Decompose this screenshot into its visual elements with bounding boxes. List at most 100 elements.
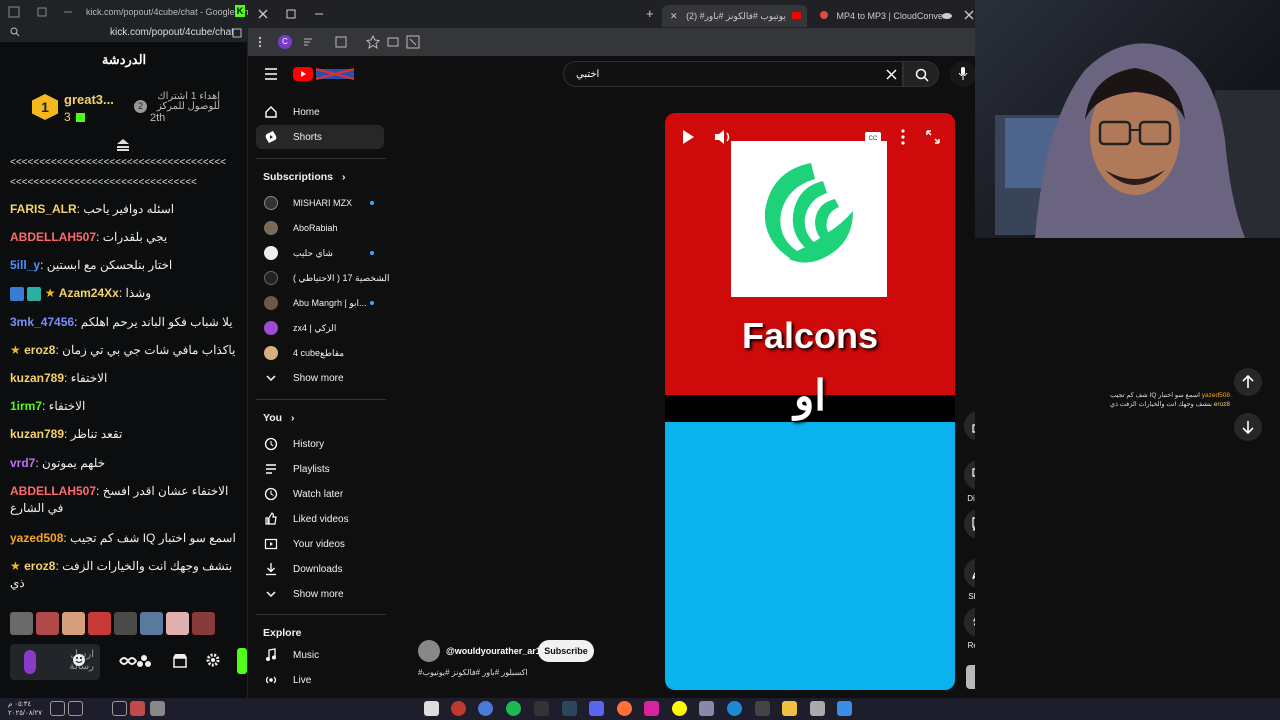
chat-username[interactable]: ABDELLAH507: [10, 484, 96, 498]
sidebar-item-history[interactable]: History: [256, 432, 384, 456]
play-icon[interactable]: [673, 123, 701, 151]
short-hashtags[interactable]: #اكسبلور #باور #فالكونز #يوتيوب: [418, 668, 528, 677]
sidebar-item-liked-videos[interactable]: Liked videos: [256, 507, 384, 531]
sidebar-item-subscription[interactable]: Abu Mangrh | ابو...: [256, 292, 384, 314]
minimize-icon[interactable]: [314, 9, 324, 19]
chat-username[interactable]: FARIS_ALR: [10, 202, 77, 216]
avatar[interactable]: [62, 612, 85, 635]
chevron-up-icon[interactable]: [172, 701, 187, 716]
sidebar-item-music[interactable]: Music: [256, 643, 384, 667]
chat-username[interactable]: 1irm7: [10, 399, 42, 413]
tray-app-icon[interactable]: [150, 701, 165, 716]
clear-search-icon[interactable]: [886, 69, 897, 80]
chat-username[interactable]: eroz8: [24, 343, 55, 357]
search-input[interactable]: اختبي: [563, 61, 903, 87]
subscriptions-heading[interactable]: Subscriptions ›: [263, 171, 345, 183]
previous-short-button[interactable]: [1234, 368, 1262, 396]
tab-cloudconvert[interactable]: MP4 to MP3 | CloudConvert: [812, 5, 957, 27]
sidebar-item-your-videos[interactable]: Your videos: [256, 532, 384, 556]
kick-emotes-icon[interactable]: [118, 653, 154, 669]
close-icon[interactable]: [964, 10, 974, 20]
send-button[interactable]: [237, 648, 247, 674]
sidebar-item-downloads[interactable]: Downloads: [256, 557, 384, 581]
sidebar-item-watch-later[interactable]: Watch later: [256, 482, 384, 506]
avatar[interactable]: [166, 612, 189, 635]
cast-icon[interactable]: [386, 35, 400, 49]
avatar[interactable]: [114, 612, 137, 635]
spotify-icon[interactable]: [506, 701, 521, 716]
sidebar-show-more[interactable]: Show more: [256, 582, 384, 606]
edge-icon[interactable]: [727, 701, 742, 716]
mic-tray-icon[interactable]: [112, 701, 127, 716]
sidebar-item-subscription[interactable]: شاي حليب: [256, 242, 384, 264]
extensions-icon[interactable]: [334, 35, 348, 49]
system-clock[interactable]: ٠٥:٣٤ م ٢٠٢٥/٠٨/٢٧: [8, 700, 42, 718]
chat-urlbar[interactable]: kick.com/popout/4cube/chat: [0, 24, 248, 42]
discord-icon[interactable]: [589, 701, 604, 716]
chat-username[interactable]: 5ill_y: [10, 258, 40, 272]
sidebar-item-playlists[interactable]: Playlists: [256, 457, 384, 481]
you-heading[interactable]: You ›: [263, 412, 294, 424]
steam-icon[interactable]: [562, 701, 577, 716]
channel-name[interactable]: @wouldyourather_ar1: [446, 646, 541, 656]
maximize-icon[interactable]: [286, 9, 296, 19]
sidebar-item-subscription[interactable]: MISHARI MZX: [256, 192, 384, 214]
store-icon[interactable]: [172, 652, 188, 668]
obs-icon[interactable]: [451, 701, 466, 716]
tab-close-icon[interactable]: ✕: [670, 11, 678, 21]
chat-username[interactable]: 3mk_47456: [10, 315, 74, 329]
subscribe-button[interactable]: Subscribe: [538, 640, 594, 662]
tab-search-icon[interactable]: [302, 36, 314, 48]
top-gifter-name[interactable]: great3...: [64, 92, 114, 107]
voice-search-button[interactable]: [950, 61, 976, 87]
chat-username[interactable]: kuzan789: [10, 371, 64, 385]
chat-username[interactable]: yazed508: [10, 531, 63, 545]
tab-youtube[interactable]: ✕ (2) #يوتيوب #فالكونز #باور: [662, 5, 807, 27]
chrome-icon[interactable]: [478, 701, 493, 716]
avatar[interactable]: [10, 612, 33, 635]
chat-input[interactable]: ارسل رسالة: [10, 644, 100, 680]
snapchat-icon[interactable]: [672, 701, 687, 716]
network-tray-icon[interactable]: [68, 701, 83, 716]
more-options-icon[interactable]: [889, 123, 917, 151]
file-explorer-icon[interactable]: [782, 701, 797, 716]
translate-icon[interactable]: [406, 35, 420, 49]
profile-icon[interactable]: C: [278, 35, 292, 49]
sidebar-item-shorts[interactable]: Shorts: [256, 125, 384, 149]
new-tab-button[interactable]: +: [646, 6, 654, 21]
collapse-pinned-icon[interactable]: [114, 138, 132, 152]
search-button[interactable]: [903, 61, 939, 87]
sidebar-item-subscription[interactable]: الشخصية 17 ( الاحتياطي ): [256, 267, 389, 289]
chat-username[interactable]: eroz8: [24, 559, 55, 573]
site-info-icon[interactable]: [10, 27, 20, 37]
instagram-icon[interactable]: [644, 701, 659, 716]
chat-username[interactable]: kuzan789: [10, 427, 64, 441]
avatar[interactable]: [36, 612, 59, 635]
avatar[interactable]: [192, 612, 215, 635]
bookmark-star-icon[interactable]: [366, 35, 380, 49]
channel-avatar[interactable]: [418, 640, 440, 662]
app-icon[interactable]: [699, 701, 714, 716]
avatar[interactable]: [140, 612, 163, 635]
short-video-player[interactable]: Falcons او CC: [665, 113, 955, 690]
app-icon[interactable]: [810, 701, 825, 716]
capcut-icon[interactable]: [424, 701, 439, 716]
close-icon[interactable]: [258, 9, 268, 19]
settings-icon[interactable]: [206, 653, 220, 667]
sidebar-item-subscription[interactable]: AboRabiah: [256, 217, 384, 239]
pin-icon[interactable]: [62, 6, 74, 18]
media-icon[interactable]: [755, 701, 770, 716]
sidebar-item-live[interactable]: Live: [256, 668, 384, 692]
firefox-icon[interactable]: [617, 701, 632, 716]
extension-icon[interactable]: [232, 28, 242, 38]
sidebar-item-subscription[interactable]: 4 cubeمقاطع: [256, 342, 384, 364]
chat-username[interactable]: Azam24Xx: [59, 286, 119, 300]
tray-app-icon[interactable]: [130, 701, 145, 716]
captions-icon[interactable]: CC: [859, 123, 887, 151]
youtube-logo[interactable]: [293, 66, 355, 82]
terminal-icon[interactable]: [534, 701, 549, 716]
volume-icon[interactable]: [709, 123, 737, 151]
next-short-button[interactable]: [1234, 413, 1262, 441]
emoji-icon[interactable]: [72, 653, 86, 667]
chat-username[interactable]: vrd7: [10, 456, 35, 470]
